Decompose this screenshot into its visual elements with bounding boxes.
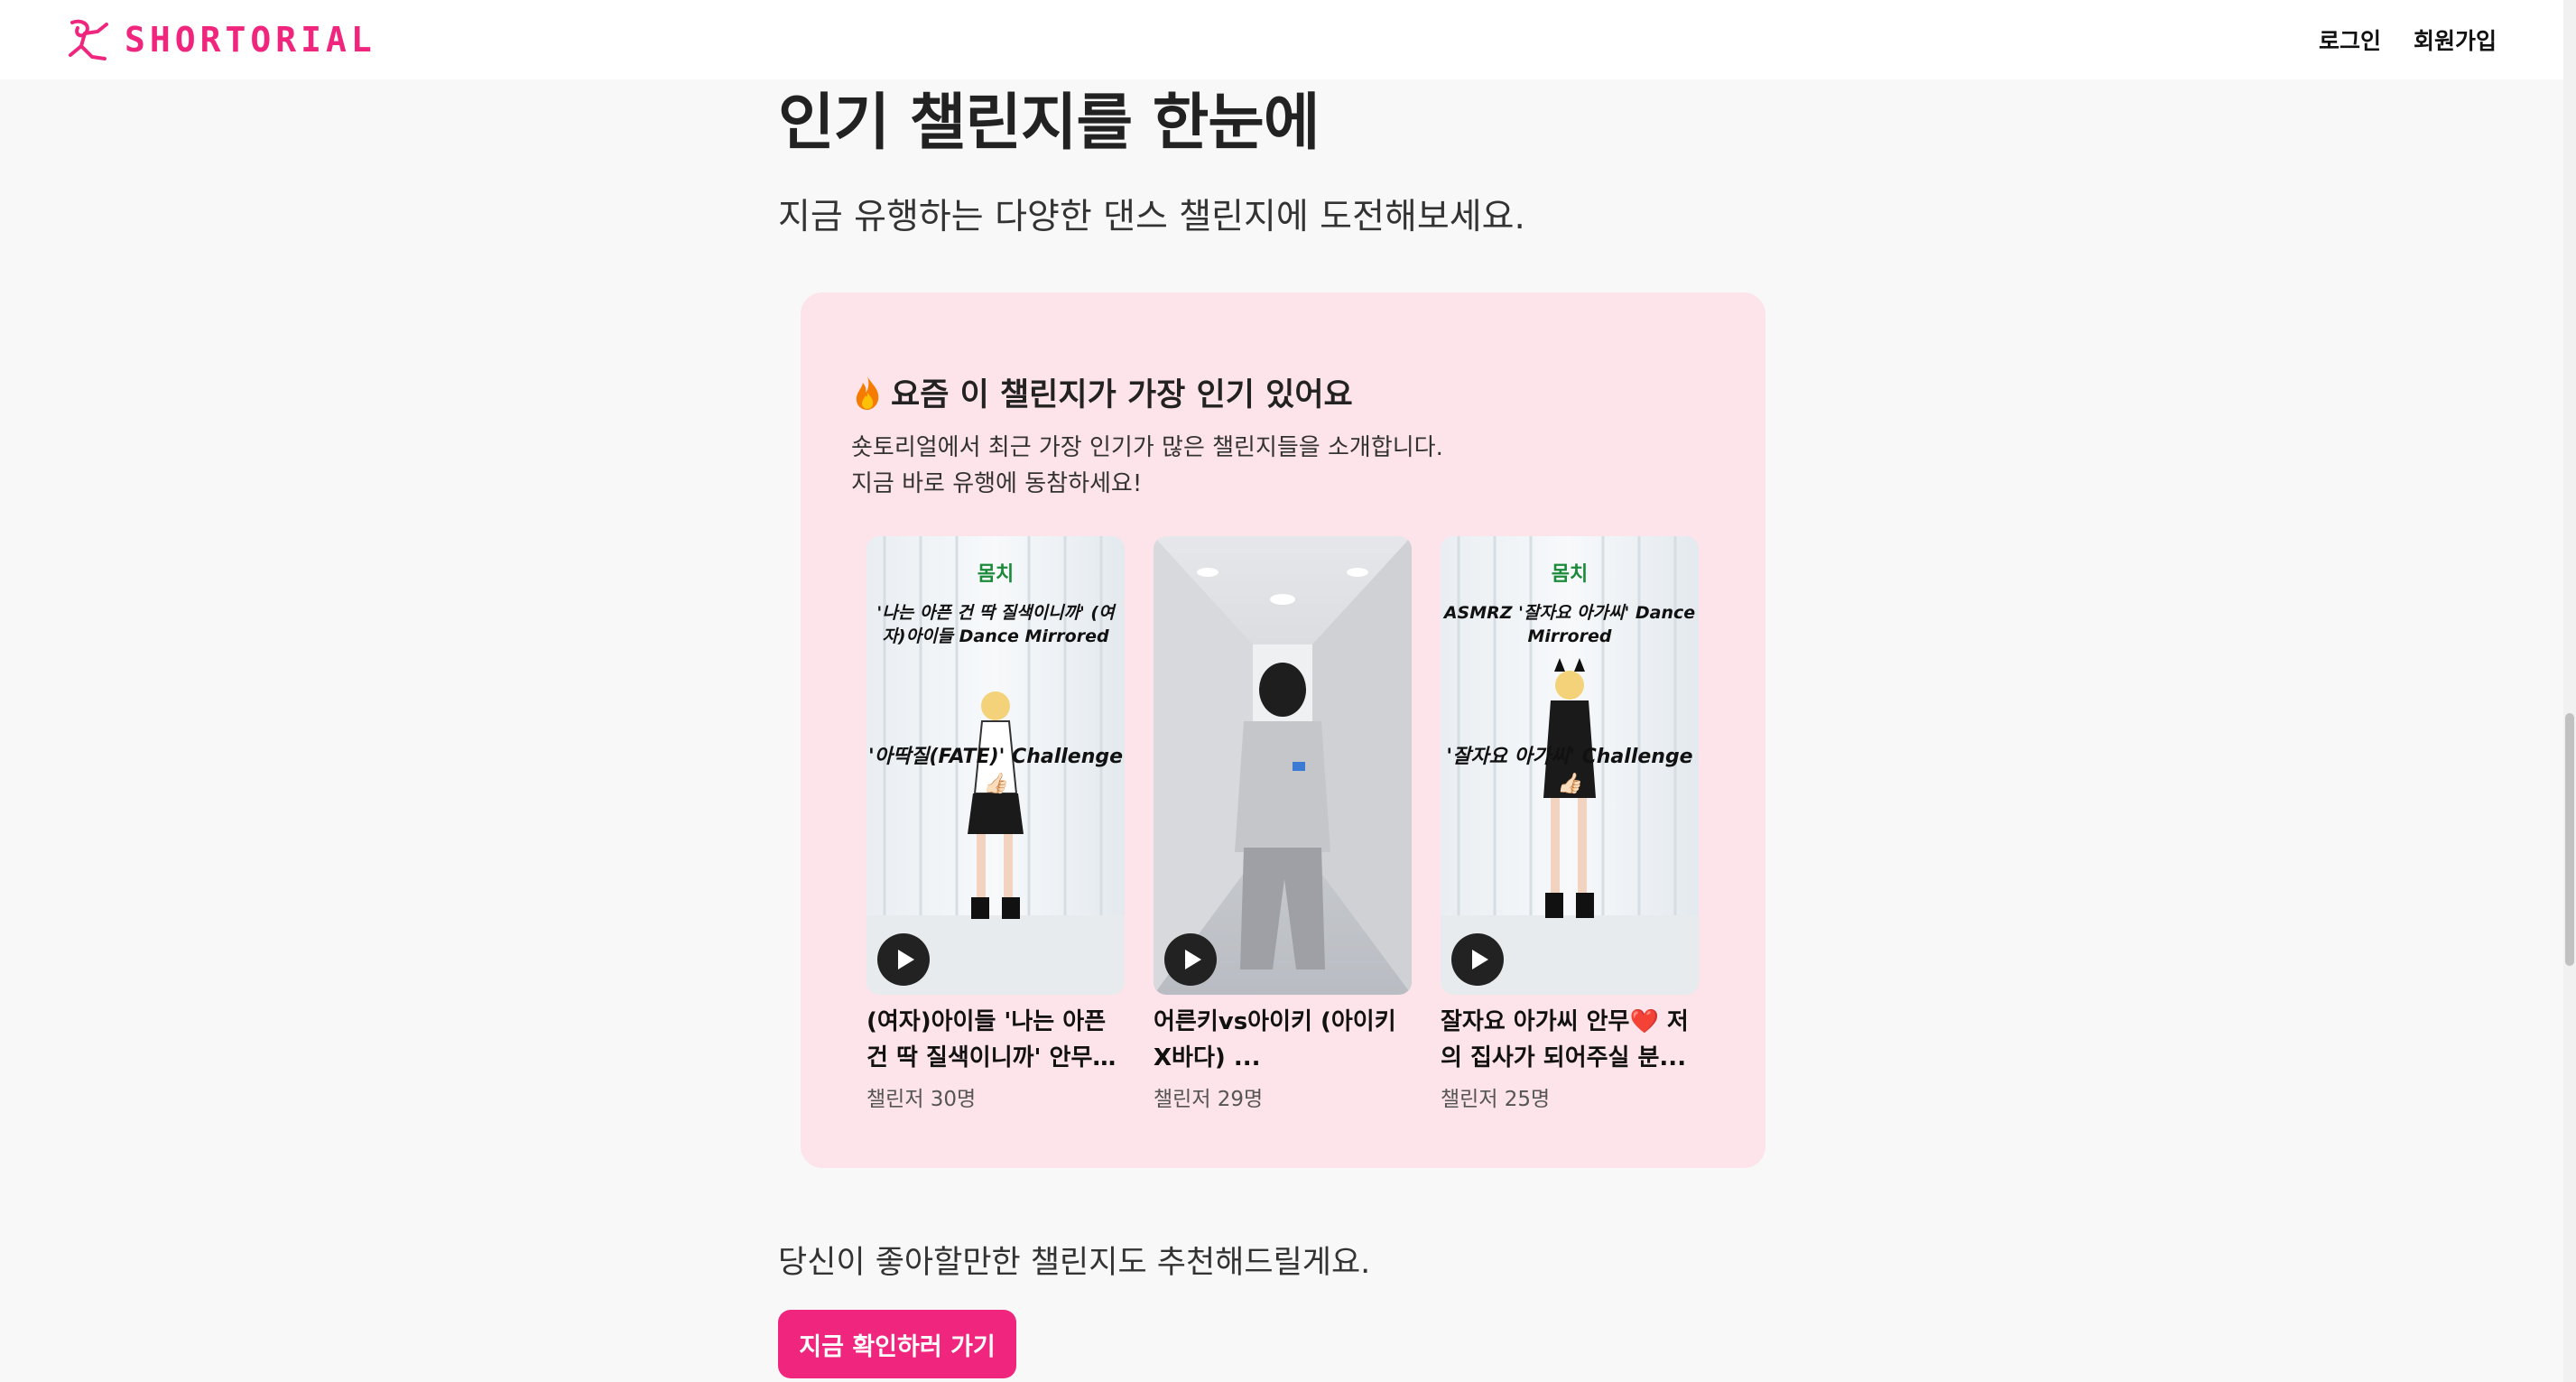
challenge-thumbnail[interactable] — [1154, 536, 1412, 995]
popular-title-text: 요즘 이 챌린지가 가장 인기 있어요 — [891, 377, 1353, 413]
challenge-thumbnail[interactable]: 몸치 ASMRZ '잘자요 아가씨' Dance Mirrored '잘자요 아… — [1441, 536, 1699, 995]
scrollbar-thumb[interactable] — [2565, 713, 2574, 966]
challenger-count: 챌린저 29명 — [1154, 1088, 1264, 1111]
page-title: 인기 챌린지를 한눈에 — [778, 88, 1320, 159]
popular-desc-line-2: 지금 바로 유행에 동참하세요! — [851, 470, 1143, 497]
auth-links: 로그인 회원가입 — [2319, 23, 2497, 56]
thumbnail-logo-icon: 몸치 — [977, 563, 1015, 586]
popular-description: 숏토리얼에서 최근 가장 인기가 많은 챌린지들을 소개합니다. 지금 바로 유… — [851, 430, 1443, 502]
challenge-title[interactable]: 어른키vs아이키 (아이키X바다) ... — [1154, 1004, 1412, 1076]
main-content: 인기 챌린지를 한눈에 지금 유행하는 다양한 댄스 챌린지에 도전해보세요. … — [778, 72, 1771, 1378]
brand-logo[interactable]: SHORTORIAL — [63, 15, 376, 64]
thumbnail-overlay-mid: '아딱질(FATE)' Challenge👍🏻 — [867, 746, 1124, 795]
challenger-count: 챌린저 25명 — [1441, 1088, 1551, 1111]
challenge-card[interactable]: 몸치 ASMRZ '잘자요 아가씨' Dance Mirrored '잘자요 아… — [1441, 536, 1699, 1112]
page-scrollbar[interactable] — [2563, 0, 2576, 1382]
thumbnail-logo-icon: 몸치 — [1551, 563, 1589, 586]
challenge-title[interactable]: 잘자요 아가씨 안무❤️ 저의 집사가 되어주실 분... — [1441, 1004, 1699, 1076]
challenge-card[interactable]: 어른키vs아이키 (아이키X바다) ... 챌린저 29명 — [1154, 536, 1412, 1112]
challenge-title[interactable]: (여자)아이들 '나는 아픈 건 딱 질색이니까' 안무❤️ ... — [866, 1004, 1125, 1076]
signup-link[interactable]: 회원가입 — [2414, 23, 2497, 56]
check-now-button[interactable]: 지금 확인하러 가기 — [778, 1310, 1016, 1378]
challenge-card[interactable]: 몸치 '나는 아픈 건 딱 질색이니까' (여자)아이들 Dance Mirro… — [866, 536, 1125, 1112]
popular-section-title: 요즘 이 챌린지가 가장 인기 있어요 — [851, 369, 1353, 415]
login-link[interactable]: 로그인 — [2319, 23, 2381, 56]
video-thumbnail-image — [1154, 536, 1412, 995]
dancer-logo-icon — [69, 19, 108, 60]
challenge-thumbnail[interactable]: 몸치 '나는 아픈 건 딱 질색이니까' (여자)아이들 Dance Mirro… — [866, 536, 1125, 995]
thumbnail-overlay-top: '나는 아픈 건 딱 질색이니까' (여자)아이들 Dance Mirrored — [876, 603, 1115, 646]
popular-challenges-card: 요즘 이 챌린지가 가장 인기 있어요 숏토리얼에서 최근 가장 인기가 많은 … — [801, 292, 1765, 1168]
play-icon[interactable] — [1451, 933, 1504, 986]
challenge-list: 몸치 '나는 아픈 건 딱 질색이니까' (여자)아이들 Dance Mirro… — [866, 536, 1699, 1112]
play-icon[interactable] — [877, 933, 930, 986]
popular-desc-line-1: 숏토리얼에서 최근 가장 인기가 많은 챌린지들을 소개합니다. — [851, 434, 1443, 461]
fire-icon — [856, 376, 879, 410]
challenger-count: 챌린저 30명 — [866, 1088, 977, 1111]
play-icon[interactable] — [1164, 933, 1217, 986]
brand-name: SHORTORIAL — [125, 20, 376, 60]
top-header: SHORTORIAL 로그인 회원가입 — [0, 0, 2563, 79]
thumbnail-overlay-mid: '잘자요 아가씨' Challenge👍🏻 — [1446, 746, 1693, 795]
recommend-text: 당신이 좋아할만한 챌린지도 추천해드릴게요. — [778, 1245, 1371, 1281]
thumbnail-overlay-top: ASMRZ '잘자요 아가씨' Dance Mirrored — [1443, 603, 1696, 646]
page-subtitle: 지금 유행하는 다양한 댄스 챌린지에 도전해보세요. — [778, 197, 1525, 237]
